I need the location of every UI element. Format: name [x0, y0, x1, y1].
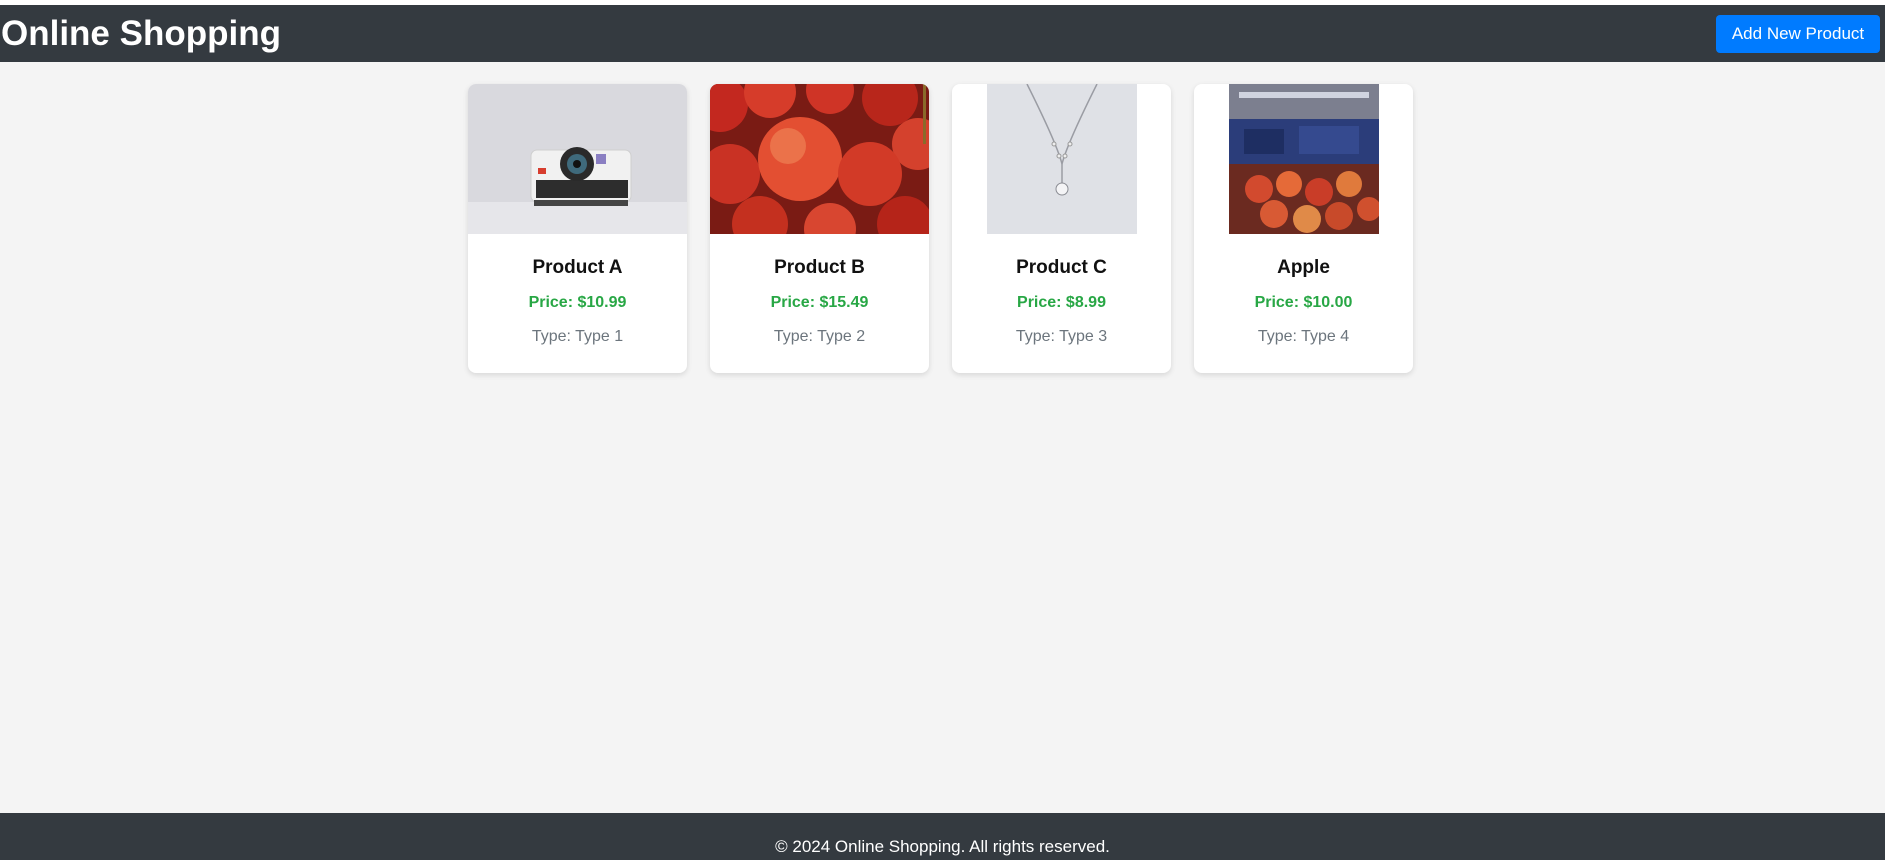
product-name: Product A: [532, 257, 623, 278]
product-name: Product C: [1016, 257, 1107, 278]
product-card[interactable]: Product B Price: $15.49 Type: Type 2: [710, 84, 929, 373]
product-card[interactable]: Product C Price: $8.99 Type: Type 3: [952, 84, 1171, 373]
footer-copyright: © 2024 Online Shopping. All rights reser…: [775, 837, 1110, 856]
site-header: Online Shopping Add New Product: [0, 5, 1885, 62]
product-image-necklace: [987, 84, 1137, 234]
product-price: Price: $8.99: [1017, 294, 1106, 311]
site-title: Online Shopping: [1, 14, 281, 53]
product-card[interactable]: Product A Price: $10.99 Type: Type 1: [468, 84, 687, 373]
product-price: Price: $10.00: [1254, 294, 1353, 311]
product-image-apples: [710, 84, 929, 234]
site-footer: © 2024 Online Shopping. All rights reser…: [0, 813, 1885, 860]
product-type: Type: Type 2: [773, 328, 866, 345]
add-new-product-button[interactable]: Add New Product: [1716, 15, 1880, 53]
product-type: Type: Type 1: [531, 328, 624, 345]
product-image-camera: [468, 84, 687, 234]
product-type: Type: Type 3: [1015, 328, 1108, 345]
product-name: Product B: [774, 257, 865, 278]
product-type: Type: Type 4: [1257, 328, 1350, 345]
product-card[interactable]: Apple Price: $10.00 Type: Type 4: [1194, 84, 1413, 373]
product-price: Price: $15.49: [770, 294, 869, 311]
product-price: Price: $10.99: [528, 294, 627, 311]
product-image-store-apples: [1229, 84, 1379, 234]
product-name: Apple: [1277, 257, 1330, 278]
